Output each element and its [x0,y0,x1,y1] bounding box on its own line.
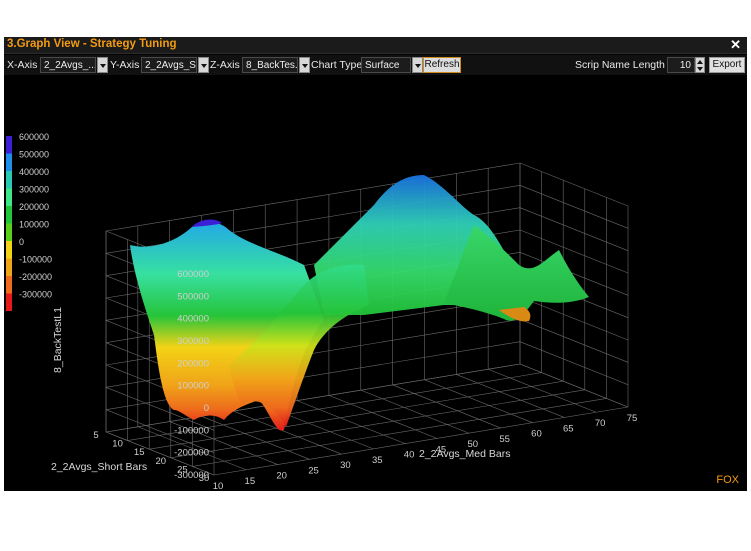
z-tick-label: 500000 [177,291,209,302]
graph-view-window: 3.Graph View - Strategy Tuning ✕ X-Axis … [4,37,747,491]
x-axis-dropdown-icon[interactable] [97,57,108,73]
x-tick-label: 15 [245,476,256,487]
scrip-name-length-input[interactable]: 10 [667,57,695,73]
chart-type-select[interactable]: Surface [361,57,411,73]
legend-label: 600000 [19,132,49,142]
right-wall-gridline [519,185,629,229]
x-tick-label: 60 [531,429,542,440]
z-tick-label: 600000 [177,269,209,280]
legend-swatch [6,258,12,276]
legend-label: 200000 [19,202,49,212]
legend-swatch [6,206,12,224]
y-axis-label: Y-Axis [110,59,140,71]
y-tick-label: 5 [93,430,98,441]
chart-type-label: Chart Type [311,59,363,71]
y-tick-label: 10 [112,439,123,450]
chart-type-dropdown-icon[interactable] [412,57,423,73]
z-tick-label: 100000 [177,381,209,392]
export-button[interactable]: Export [709,57,745,73]
brand-label: FOX [716,474,739,486]
x-tick-label: 35 [372,455,383,466]
z-tick-label: 400000 [177,314,209,325]
x-tick-label: 40 [404,450,415,461]
z-axis-dropdown-icon[interactable] [299,57,310,73]
z-axis-label: Z-Axis [210,59,240,71]
legend-label: -200000 [19,272,52,282]
legend-label: 0 [19,237,24,247]
z-tick-label: -200000 [174,448,209,459]
x-tick-label: 55 [499,434,510,445]
scrip-name-length-label: Scrip Name Length : [575,59,671,71]
z-tick-label: 0 [204,403,209,414]
refresh-button[interactable]: Refresh [423,57,461,73]
y-axis-dropdown-icon[interactable] [198,57,209,73]
x-tick-label: 10 [213,481,224,491]
legend-label: 100000 [19,220,49,230]
x-tick-label: 30 [340,460,351,471]
right-wall-gridline [519,341,629,385]
x-tick-label: 75 [627,413,638,424]
legend-swatch [6,153,12,171]
x-tick-label: 20 [276,471,287,482]
x-tick-label: 65 [563,423,574,434]
y-axis-title: 2_2Avgs_Short Bars [51,461,147,473]
z-axis-title: 8_BackTestL1 [52,307,64,373]
legend-swatch [6,188,12,206]
z-axis-select[interactable]: 8_BackTes... [242,57,298,73]
x-axis-select[interactable]: 2_2Avgs_... [40,57,96,73]
x-tick-label: 25 [308,465,319,476]
legend-label: 500000 [19,150,49,160]
floor-gridline [192,398,607,467]
z-tick-label: -100000 [174,425,209,436]
z-tick-label: -300000 [174,470,209,481]
y-tick-label: 20 [156,456,167,467]
surface-chart[interactable]: 8_BackTestL1 2_2Avgs_Short Bars 2_2Avgs_… [4,75,747,491]
legend-label: 300000 [19,185,49,195]
right-wall-gridline [519,296,629,341]
legend-label: -300000 [19,290,52,300]
legend-swatch [6,293,12,311]
right-wall-gridline [519,319,629,363]
x-axis-title: 2_2Avgs_Med Bars [419,448,510,460]
close-icon[interactable]: ✕ [730,37,741,53]
y-axis-select[interactable]: 2_2Avgs_S... [141,57,197,73]
legend-label: 400000 [19,167,49,177]
legend-swatch [6,223,12,241]
legend-label: -100000 [19,255,52,265]
legend-swatch [6,136,12,154]
legend-swatch [6,276,12,294]
z-tick-label: 300000 [177,336,209,347]
right-wall-gridline [519,207,629,251]
toolbar: X-Axis 2_2Avgs_... Y-Axis 2_2Avgs_S... Z… [4,55,747,75]
window-title: 3.Graph View - Strategy Tuning [7,38,177,50]
legend-swatch [6,171,12,189]
spinner-icon[interactable] [695,57,705,73]
x-tick-label: 45 [436,444,447,455]
legend-swatch [6,241,12,259]
title-bar: 3.Graph View - Strategy Tuning ✕ [4,37,747,54]
color-legend: 600000 500000 400000 300000 200000 100000 0 -10… [6,132,52,311]
z-tick-label: 200000 [177,358,209,369]
y-tick-label: 15 [134,447,145,458]
x-tick-label: 50 [467,439,478,450]
right-wall-gridline [519,162,629,207]
x-axis-label: X-Axis [7,59,38,71]
x-tick-label: 70 [595,418,606,429]
